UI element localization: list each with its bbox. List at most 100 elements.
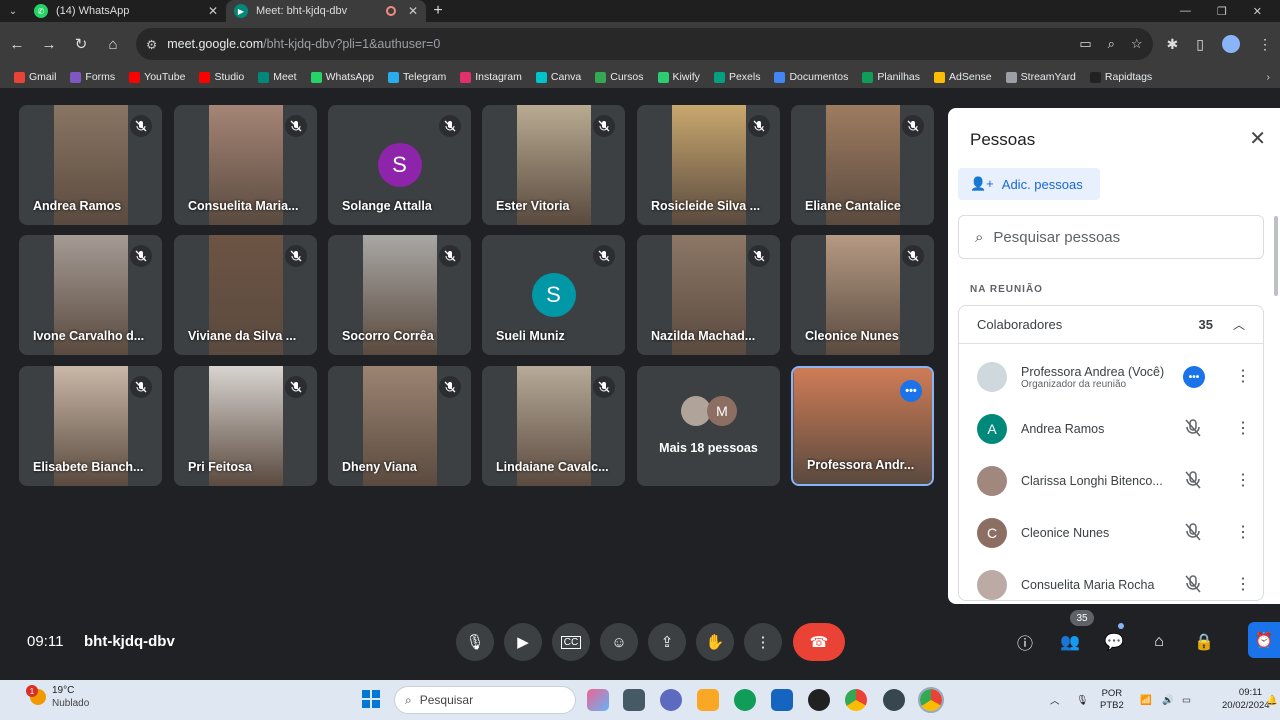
edge-icon[interactable] [734, 689, 756, 711]
participant-tile[interactable]: Nazilda Machad... [637, 235, 780, 355]
bookmark-item[interactable]: Canva [535, 71, 581, 83]
participant-tile[interactable]: Ester Vitoria [482, 105, 625, 225]
bookmark-item[interactable]: Studio [199, 71, 244, 83]
participant-list-item[interactable]: Clarissa Longhi Bitenco... ⋮ [959, 455, 1265, 507]
chat-button[interactable]: 💬 [1100, 628, 1128, 656]
camera-button[interactable]: ▶ [504, 623, 542, 661]
more-participants-tile[interactable]: M Mais 18 pessoas [637, 366, 780, 486]
profile-avatar[interactable] [1222, 35, 1240, 53]
bookmark-item[interactable]: Instagram [460, 71, 522, 83]
bookmark-item[interactable]: Pexels [713, 71, 760, 83]
tab-whatsapp[interactable]: ✆ (14) WhatsApp ✕ [26, 0, 226, 22]
copilot-icon[interactable] [587, 689, 609, 711]
bookmark-item[interactable]: AdSense [934, 71, 992, 83]
bookmark-item[interactable]: Rapidtags [1089, 71, 1152, 83]
more-vertical-icon[interactable]: ⋮ [1235, 366, 1251, 386]
dell-icon[interactable] [808, 689, 830, 711]
close-tab-icon[interactable]: ✕ [408, 4, 418, 18]
participant-tile[interactable]: Elisabete Bianch... [19, 366, 162, 486]
tray-chevron-icon[interactable]: ︿ [1050, 680, 1060, 720]
minimize-icon[interactable]: — [1180, 5, 1191, 18]
volume-icon[interactable]: 🔊 [1162, 680, 1174, 720]
more-options-button[interactable]: ⋮ [744, 623, 782, 661]
camera-icon[interactable]: ▭ [1079, 36, 1091, 52]
participant-tile[interactable]: S Solange Attalla [328, 105, 471, 225]
reload-icon[interactable]: ↻ [72, 35, 90, 53]
zoom-icon[interactable]: ⌕ [1108, 36, 1115, 52]
activities-button[interactable]: ⌂ [1145, 628, 1173, 656]
start-button[interactable] [362, 690, 380, 708]
muted-mic-icon[interactable] [1185, 575, 1201, 598]
leave-call-button[interactable]: ☎ [793, 623, 845, 661]
chevron-up-icon[interactable]: ︿ [1233, 316, 1245, 333]
add-people-button[interactable]: 👤+ Adic. pessoas [958, 168, 1100, 200]
extensions-icon[interactable]: ✱ [1167, 36, 1179, 53]
muted-mic-icon[interactable] [1185, 471, 1201, 494]
bookmark-item[interactable]: StreamYard [1005, 71, 1076, 83]
participant-tile[interactable]: Pri Feitosa [174, 366, 317, 486]
taskbar-search[interactable]: ⌕ Pesquisar [394, 686, 576, 714]
participant-tile[interactable]: Eliane Cantalice [791, 105, 934, 225]
tray-mic-icon[interactable]: 🎙 [1076, 680, 1088, 720]
bookmark-item[interactable]: Forms [70, 71, 115, 83]
collaborators-header[interactable]: Colaboradores 35 ︿ [959, 306, 1263, 344]
bookmark-item[interactable]: Documentos [774, 71, 848, 83]
site-info-icon[interactable]: ⚙ [146, 37, 157, 52]
participant-tile[interactable]: Ivone Carvalho d... [19, 235, 162, 355]
participant-tile[interactable]: Lindaiane Cavalc... [482, 366, 625, 486]
weather-widget[interactable]: 1 19°C Nublado [26, 684, 89, 710]
chrome-icon[interactable] [845, 689, 867, 711]
system-clock[interactable]: 09:11 20/02/2024 [1222, 686, 1270, 712]
back-icon[interactable]: ← [8, 36, 26, 53]
forward-icon[interactable]: → [40, 36, 58, 53]
close-window-icon[interactable]: ✕ [1253, 5, 1262, 18]
side-panel-icon[interactable]: ▯ [1196, 36, 1204, 53]
bookmark-item[interactable]: Cursos [595, 71, 644, 83]
microphone-button[interactable]: 🎙 [456, 623, 494, 661]
participant-list-item[interactable]: C Cleonice Nunes ⋮ [959, 507, 1265, 559]
tab-search-icon[interactable]: ⌄ [0, 0, 26, 22]
participant-list-item[interactable]: Professora Andrea (Você) Organizador da r… [959, 351, 1265, 403]
restore-icon[interactable]: ❐ [1217, 5, 1227, 18]
language-indicator[interactable]: POR PTB2 [1100, 680, 1124, 720]
participant-tile[interactable]: Rosicleide Silva ... [637, 105, 780, 225]
teams-icon[interactable] [660, 689, 682, 711]
meeting-info-button[interactable]: ⓘ [1011, 628, 1039, 656]
more-vertical-icon[interactable]: ⋮ [1235, 522, 1251, 542]
chrome-active-icon[interactable] [918, 687, 944, 713]
close-panel-icon[interactable]: ✕ [1249, 126, 1266, 151]
participant-tile[interactable]: Socorro Corrêa [328, 235, 471, 355]
people-button[interactable]: 👥 [1056, 628, 1084, 656]
more-vertical-icon[interactable]: ⋮ [1235, 418, 1251, 438]
tab-meet[interactable]: ▶ Meet: bht-kjdq-dbv ✕ [226, 0, 426, 22]
more-vertical-icon[interactable]: ⋮ [1235, 574, 1251, 594]
participant-tile[interactable]: S Sueli Muniz [482, 235, 625, 355]
bookmark-item[interactable]: WhatsApp [310, 71, 374, 83]
bookmark-item[interactable]: YouTube [129, 71, 185, 83]
wifi-icon[interactable]: 📶 [1140, 680, 1152, 720]
raise-hand-button[interactable]: ✋ [696, 623, 734, 661]
present-button[interactable]: ⇪ [648, 623, 686, 661]
home-icon[interactable]: ⌂ [104, 36, 122, 53]
more-vertical-icon[interactable]: ⋮ [1235, 470, 1251, 490]
participant-tile[interactable]: Consuelita Maria... [174, 105, 317, 225]
more-horizontal-icon[interactable]: ••• [1183, 366, 1205, 388]
battery-icon[interactable]: ▭ [1182, 680, 1191, 720]
url-bar[interactable]: ⚙ meet.google.com/bht-kjdq-dbv?pli=1&aut… [136, 28, 1153, 60]
tile-options-icon[interactable]: ••• [900, 380, 922, 402]
new-tab-button[interactable]: + [426, 2, 450, 20]
file-explorer-icon[interactable] [697, 689, 719, 711]
participant-tile[interactable]: Professora Andr... ••• [791, 366, 934, 486]
bookmark-item[interactable]: Gmail [14, 71, 56, 83]
participant-list-item[interactable]: Consuelita Maria Rocha ⋮ [959, 559, 1265, 604]
bookmark-item[interactable]: Planilhas [862, 71, 920, 83]
bookmark-item[interactable]: Meet [258, 71, 297, 83]
search-people-input[interactable]: ⌕ Pesquisar pessoas [958, 215, 1264, 259]
close-tab-icon[interactable]: ✕ [208, 4, 218, 18]
participant-tile[interactable]: Dheny Viana [328, 366, 471, 486]
notification-bell-icon[interactable]: 🔔 [1266, 680, 1278, 720]
browser-menu-icon[interactable]: ⋮ [1258, 36, 1272, 53]
obs-icon[interactable] [883, 689, 905, 711]
participant-list-item[interactable]: A Andrea Ramos ⋮ [959, 403, 1265, 455]
host-controls-button[interactable]: 🔒 [1190, 628, 1218, 656]
